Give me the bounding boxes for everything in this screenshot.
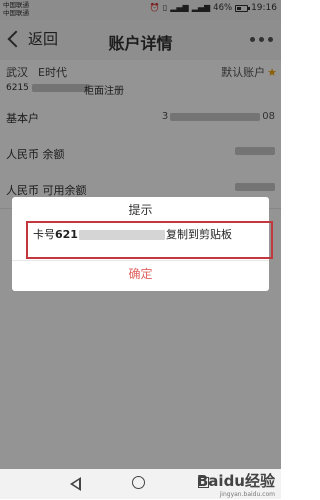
watermark: Baidu经验 jingyan.baidu.com [197, 473, 275, 500]
alert-dialog: 提示 卡号621 复制到剪贴板 确定 [12, 197, 273, 291]
message-card-number: 621 [55, 228, 78, 241]
divider [12, 260, 269, 261]
watermark-logo: Baidu经验 [196, 472, 275, 490]
nav-home-icon[interactable] [132, 476, 145, 489]
confirm-button[interactable]: 确定 [12, 265, 269, 282]
system-nav-bar: Baidu经验 jingyan.baidu.com [0, 469, 281, 499]
redacted-block [78, 230, 165, 240]
dialog-title: 提示 [128, 203, 153, 217]
message-prefix: 卡号 [33, 228, 55, 241]
dialog-message: 卡号621 复制到剪贴板 [26, 221, 273, 259]
nav-back-icon[interactable] [70, 477, 81, 491]
message-suffix: 复制到剪贴板 [165, 228, 232, 241]
